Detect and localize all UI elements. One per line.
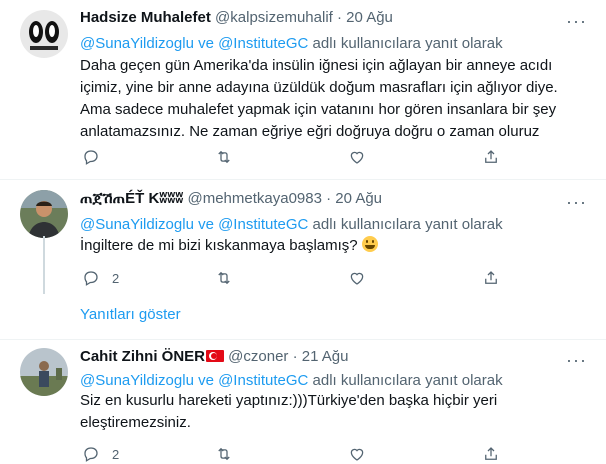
like-button[interactable]	[348, 268, 366, 288]
avatar[interactable]	[20, 10, 68, 58]
outdoor-photo-avatar-icon	[20, 348, 68, 396]
author-handle[interactable]: @kalpsizemuhalif	[215, 9, 333, 26]
tweet-date[interactable]: 21 Ağu	[302, 348, 349, 365]
reply-mentions[interactable]: @SunaYildizoglu ve @InstituteGC	[80, 372, 308, 389]
action-bar	[80, 147, 510, 167]
avatar[interactable]	[20, 190, 68, 238]
separator: ·	[326, 190, 332, 207]
more-options-icon[interactable]: ···	[566, 351, 586, 373]
like-button[interactable]	[348, 444, 366, 464]
action-bar: 2	[80, 268, 510, 288]
tweet-header: Cahit Zihni ÖNER @czoner · 21 Ağu	[80, 347, 348, 367]
author-name[interactable]: ጠጀሽጠÉŤ Kʬʬʬ	[80, 190, 183, 207]
more-options-icon[interactable]: ···	[566, 12, 586, 34]
tweet-line: Daha geçen gün Amerika'da insülin iğnesi…	[80, 57, 553, 74]
retweet-icon	[218, 150, 230, 164]
reply-count: 2	[112, 446, 120, 462]
reply-button[interactable]: 2	[82, 444, 119, 464]
retweet-icon	[218, 271, 230, 285]
reply-icon	[84, 447, 98, 462]
man-photo-avatar-icon	[20, 190, 68, 238]
show-replies-link[interactable]: Yanıtları göster	[80, 306, 181, 323]
share-icon	[485, 150, 497, 163]
tweet-date[interactable]: 20 Ağu	[346, 9, 393, 26]
reply-suffix: adlı kullanıcılara yanıt olarak	[308, 372, 503, 389]
share-icon	[485, 271, 497, 284]
reply-icon	[84, 271, 98, 286]
masked-figure-avatar-icon	[20, 10, 68, 58]
tweet-2[interactable]: ጠጀሽጠÉŤ Kʬʬʬ @mehmetkaya0983 · 20 Ağu ···…	[0, 180, 606, 340]
tweet-header: Hadsize Muhalefet @kalpsizemuhalif · 20 …	[80, 8, 393, 28]
thread-line	[43, 236, 45, 294]
avatar[interactable]	[20, 348, 68, 396]
reply-suffix: adlı kullanıcılara yanıt olarak	[308, 35, 503, 52]
more-options-icon[interactable]: ···	[566, 193, 586, 215]
reply-context: @SunaYildizoglu ve @InstituteGC adlı kul…	[80, 371, 503, 391]
reply-context: @SunaYildizoglu ve @InstituteGC adlı kul…	[80, 34, 503, 54]
reply-context: @SunaYildizoglu ve @InstituteGC adlı kul…	[80, 215, 503, 235]
grinning-face-icon	[361, 236, 378, 252]
author-handle[interactable]: @czoner	[228, 348, 288, 365]
author-name[interactable]: Hadsize Muhalefet	[80, 9, 211, 26]
author-name[interactable]: Cahit Zihni ÖNER	[80, 348, 205, 365]
separator: ·	[337, 9, 342, 26]
reply-icon	[84, 150, 98, 165]
retweet-button[interactable]	[215, 147, 233, 167]
share-button[interactable]	[482, 147, 500, 167]
share-icon	[485, 447, 497, 460]
tweet-text: Daha geçen gün Amerika'da insülin iğnesi…	[80, 55, 580, 143]
reply-count: 2	[112, 270, 120, 286]
reply-mentions[interactable]: @SunaYildizoglu ve @InstituteGC	[80, 35, 308, 52]
tweet-text: İngiltere de mi bizi kıskanmaya başlamış…	[80, 235, 580, 257]
share-button[interactable]	[482, 444, 500, 464]
retweet-icon	[218, 447, 230, 461]
tweet-1[interactable]: Hadsize Muhalefet @kalpsizemuhalif · 20 …	[0, 0, 606, 180]
reply-button[interactable]: 2	[82, 268, 119, 288]
tweet-header: ጠጀሽጠÉŤ Kʬʬʬ @mehmetkaya0983 · 20 Ağu	[80, 189, 382, 209]
tweet-date[interactable]: 20 Ağu	[335, 190, 382, 207]
turkey-flag-icon	[206, 350, 224, 362]
action-bar: 2	[80, 444, 510, 464]
tweet-line: Ama sadece muhalefet yapmak için vatanın…	[80, 101, 557, 118]
heart-icon	[350, 272, 364, 285]
share-button[interactable]	[482, 268, 500, 288]
reply-mentions[interactable]: @SunaYildizoglu ve @InstituteGC	[80, 216, 308, 233]
retweet-button[interactable]	[215, 268, 233, 288]
heart-icon	[350, 151, 364, 164]
reply-suffix: adlı kullanıcılara yanıt olarak	[308, 216, 503, 233]
separator: ·	[292, 348, 298, 365]
heart-icon	[350, 448, 364, 461]
retweet-button[interactable]	[215, 444, 233, 464]
tweet-line: anlatamazsınız. Ne zaman eğriye eğri doğ…	[80, 123, 540, 140]
author-handle[interactable]: @mehmetkaya0983	[187, 190, 321, 207]
reply-button[interactable]	[82, 147, 112, 167]
like-button[interactable]	[348, 147, 366, 167]
tweet-line: İngiltere de mi bizi kıskanmaya başlamış…	[80, 237, 362, 254]
tweet-line: içimiz, yine bir anne adayına üzüldük do…	[80, 79, 558, 96]
tweet-3[interactable]: Cahit Zihni ÖNER @czoner · 21 Ağu ··· @S…	[0, 340, 606, 462]
tweet-line: eleştiremezsiniz.	[80, 414, 191, 431]
tweet-text: Siz en kusurlu hareketi yaptınız:)))Türk…	[80, 390, 580, 434]
tweet-line: Siz en kusurlu hareketi yaptınız:)))Türk…	[80, 392, 498, 409]
